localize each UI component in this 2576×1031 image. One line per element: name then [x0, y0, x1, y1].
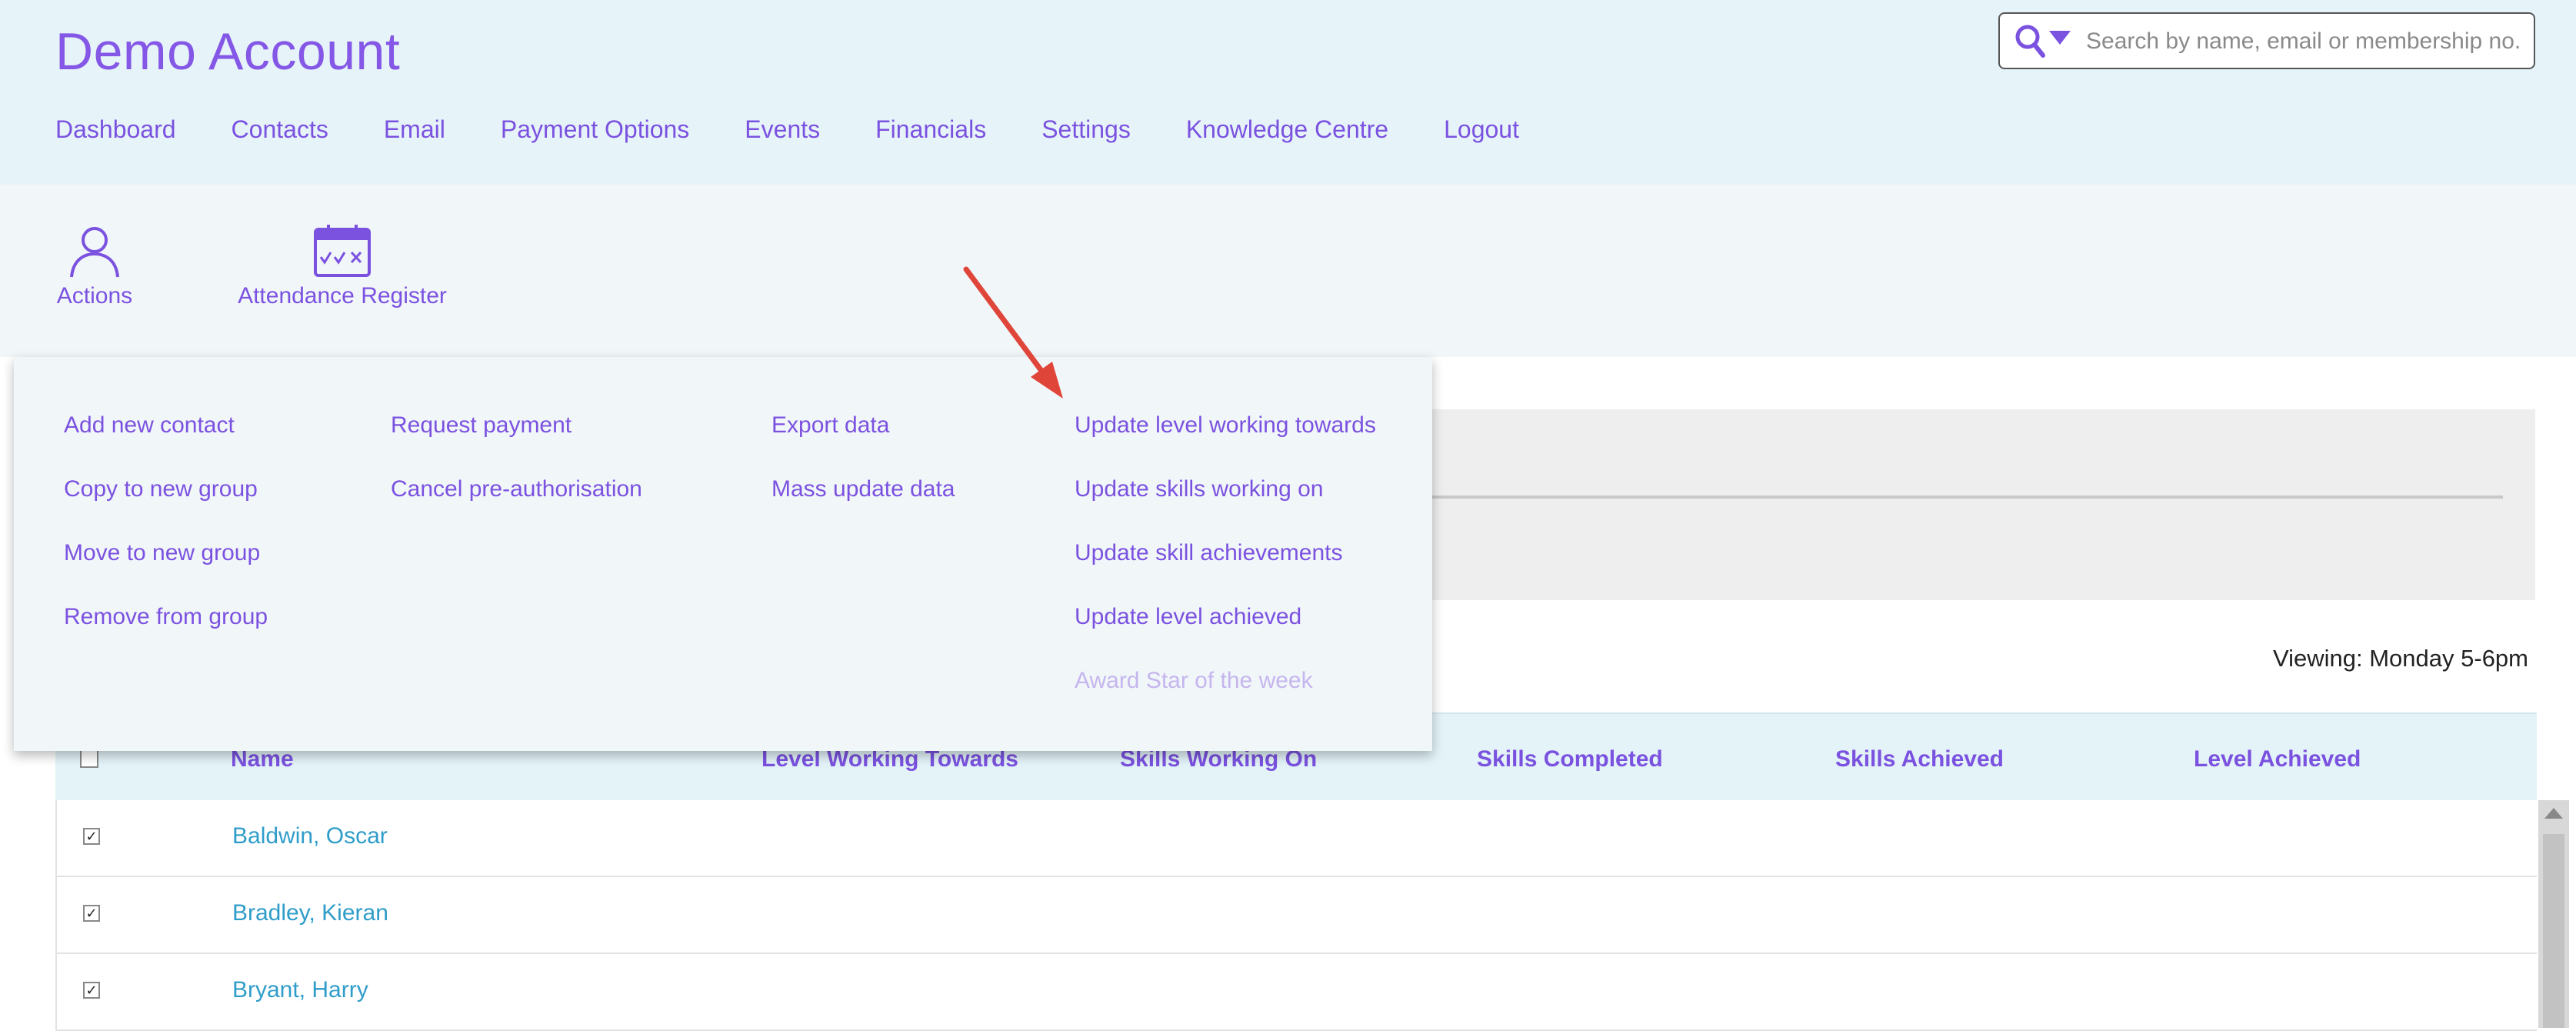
menu-update-skill-achievements[interactable]: Update skill achievements: [1075, 540, 1343, 566]
toolbar: Actions Attendance Register: [0, 185, 2576, 357]
top-header: Demo Account Dashboard Contacts Email Pa…: [0, 0, 2576, 185]
viewing-session: Viewing: Monday 5-6pm: [2273, 645, 2528, 672]
filter-panel: [1408, 409, 2535, 600]
scroll-up-icon[interactable]: [2544, 808, 2563, 819]
menu-move-to-new-group[interactable]: Move to new group: [64, 540, 260, 566]
menu-cancel-pre-authorisation[interactable]: Cancel pre-authorisation: [391, 476, 642, 502]
main-nav: Dashboard Contacts Email Payment Options…: [55, 115, 1575, 144]
nav-contacts[interactable]: Contacts: [232, 115, 328, 144]
col-skills-achieved[interactable]: Skills Achieved: [1835, 746, 2004, 772]
menu-request-payment[interactable]: Request payment: [391, 412, 572, 439]
menu-update-level-working-towards[interactable]: Update level working towards: [1075, 412, 1376, 439]
annotation-arrow-icon: [963, 266, 1063, 399]
scrollbar-thumb[interactable]: [2543, 834, 2564, 1028]
select-all-checkbox[interactable]: [80, 749, 98, 768]
menu-add-new-contact[interactable]: Add new contact: [64, 412, 235, 439]
menu-copy-to-new-group[interactable]: Copy to new group: [64, 476, 258, 502]
contact-name-link[interactable]: Bradley, Kieran: [232, 900, 388, 926]
search-icon[interactable]: [2014, 23, 2075, 62]
search-box[interactable]: [1998, 12, 2535, 69]
table-scrollbar[interactable]: [2538, 800, 2569, 1028]
nav-events[interactable]: Events: [745, 115, 820, 144]
nav-knowledge-centre[interactable]: Knowledge Centre: [1186, 115, 1388, 144]
col-level-achieved[interactable]: Level Achieved: [2194, 746, 2361, 772]
calendar-check-icon: [314, 225, 371, 277]
nav-email[interactable]: Email: [384, 115, 445, 144]
account-title: Demo Account: [55, 22, 401, 81]
menu-export-data[interactable]: Export data: [771, 412, 889, 439]
col-skills-completed[interactable]: Skills Completed: [1477, 746, 1663, 772]
table-row: ✓ Bryant, Harry: [55, 954, 2537, 1031]
attendance-register-button[interactable]: Attendance Register: [231, 223, 454, 309]
row-checkbox[interactable]: ✓: [83, 982, 100, 999]
menu-update-skills-working-on[interactable]: Update skills working on: [1075, 476, 1323, 502]
user-icon: [70, 227, 119, 278]
row-checkbox[interactable]: ✓: [83, 905, 100, 922]
search-input[interactable]: [2084, 20, 2526, 63]
nav-financials[interactable]: Financials: [875, 115, 986, 144]
actions-dropdown-menu: Add new contact Copy to new group Move t…: [14, 357, 1432, 751]
actions-button[interactable]: Actions: [46, 223, 143, 309]
table-row: ✓ Bradley, Kieran: [55, 877, 2537, 954]
filter-divider: [1408, 495, 2503, 499]
nav-payment-options[interactable]: Payment Options: [501, 115, 689, 144]
row-checkbox[interactable]: ✓: [83, 828, 100, 845]
nav-dashboard[interactable]: Dashboard: [55, 115, 176, 144]
menu-mass-update-data[interactable]: Mass update data: [771, 476, 955, 502]
contact-name-link[interactable]: Bryant, Harry: [232, 977, 368, 1003]
attendance-register-label: Attendance Register: [238, 283, 447, 309]
contact-name-link[interactable]: Baldwin, Oscar: [232, 823, 388, 849]
menu-remove-from-group[interactable]: Remove from group: [64, 604, 268, 630]
menu-update-level-achieved[interactable]: Update level achieved: [1075, 604, 1301, 630]
nav-settings[interactable]: Settings: [1041, 115, 1131, 144]
nav-logout[interactable]: Logout: [1444, 115, 1519, 144]
actions-label: Actions: [56, 283, 133, 309]
menu-award-star-of-the-week: Award Star of the week: [1075, 668, 1313, 693]
table-row: ✓ Baldwin, Oscar: [55, 800, 2537, 877]
